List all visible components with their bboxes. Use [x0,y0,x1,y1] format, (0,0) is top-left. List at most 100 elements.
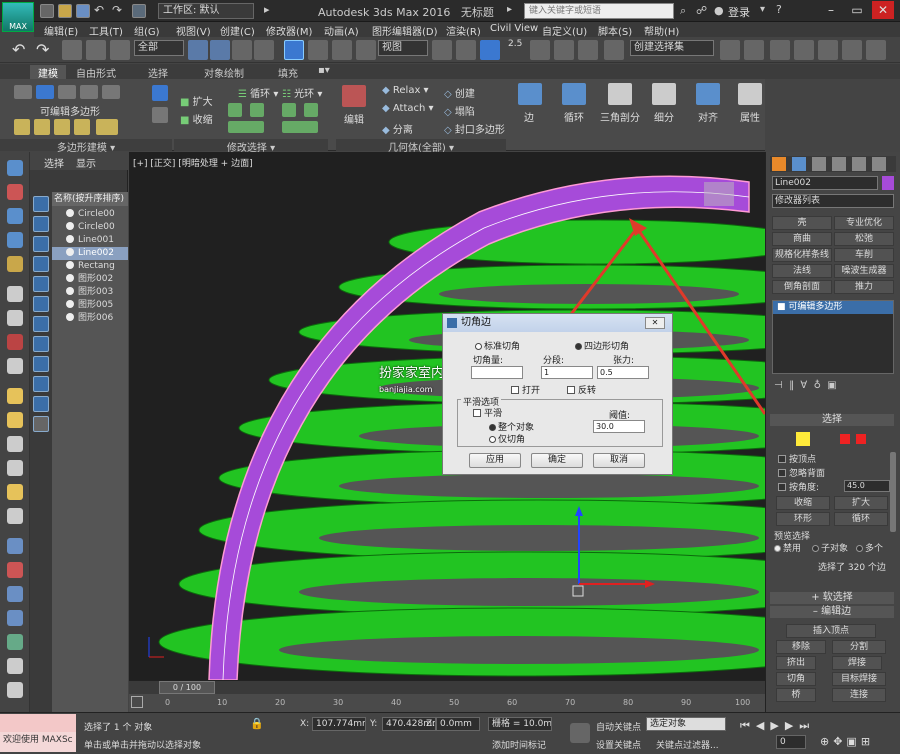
helper-icon[interactable] [7,358,23,374]
toggle-icon[interactable] [74,119,90,135]
menu-views[interactable]: 视图(V) [176,23,211,38]
tab-modeling[interactable]: 建模 [30,65,66,80]
threshold-input[interactable]: 30.0 [593,420,645,433]
modifier-button[interactable]: 商曲 [772,232,832,246]
curve-editor-icon[interactable] [818,40,838,60]
new-icon[interactable] [40,4,54,18]
close-button[interactable]: ✕ [872,1,894,19]
track-bar-icon[interactable] [131,696,143,708]
z-coordinate-field[interactable]: 0.0mm [436,717,480,731]
rollout-selection[interactable]: 选择 [770,414,894,426]
undo-icon[interactable]: ↶ [12,40,25,59]
cap-poly-button[interactable]: ◇ 封口多边形 [444,121,505,136]
user-icon[interactable]: ● [714,4,724,17]
dialog-close-button[interactable]: ✕ [645,317,665,329]
list-item[interactable]: Circle00 [52,221,128,234]
motion-panel-icon[interactable] [832,157,846,171]
ring-mode-icon[interactable] [282,121,318,133]
scene-list-header[interactable]: 名称(按升序排序) [52,192,128,206]
tab-selection[interactable]: 选择 [148,65,168,80]
align-icon[interactable] [696,83,720,105]
angle-input[interactable]: 45.0 [844,480,890,492]
modifier-button[interactable]: 噪波生成器 [834,264,894,278]
split-button[interactable]: 分割 [832,640,886,654]
plus-icon[interactable] [228,103,242,117]
bridge-button[interactable]: 桥 [776,688,816,702]
key-mode-dropdown[interactable]: 选定对象 [646,717,726,731]
edge-icon[interactable] [36,85,54,99]
schematic-icon[interactable] [842,40,862,60]
angle-snap-icon[interactable] [530,40,550,60]
properties-icon[interactable] [738,83,762,105]
select-manipulate-icon[interactable] [456,40,476,60]
time-slider[interactable]: 0 / 100 [129,680,765,694]
group-modify-selection[interactable]: 修改选择 ▾ [174,139,328,154]
maximize-button[interactable]: ▭ [846,1,868,19]
unlink-icon[interactable] [86,40,106,60]
object-name-field[interactable]: Line002 [772,176,878,190]
use-stack-icon[interactable] [14,119,30,135]
menu-graph-editors[interactable]: 图形编辑器(D) [372,23,438,38]
track-bar[interactable]: 0 10 20 30 40 50 60 70 80 90 100 [129,694,765,712]
open-checkbox[interactable]: 打开 [511,383,540,396]
create-button[interactable]: ◇ 创建 [444,85,475,100]
collapse-icon[interactable]: ▸ [507,4,512,15]
scene-tab-display[interactable]: 显示 [76,155,96,170]
edit-icon[interactable] [342,85,366,107]
stack-item[interactable]: ■ 可编辑多边形 [773,301,893,314]
panel-scrollbar[interactable] [890,452,896,532]
cone-icon[interactable] [7,460,23,476]
tab-freeform[interactable]: 自由形式 [76,65,116,80]
list-item[interactable]: 图形003 [52,286,128,299]
snap-toggle[interactable]: 2.5 [508,39,522,49]
community-icon[interactable]: ☍ [696,4,707,17]
modifier-button[interactable]: 专业优化 [834,216,894,230]
workspace-dropdown[interactable]: 工作区: 默认 [158,3,254,19]
pivot-icon[interactable] [432,40,452,60]
shrink-button[interactable]: ■ 收缩 [180,111,213,126]
collapse-stack-icon[interactable] [96,119,118,135]
preview-disable-radio[interactable]: 禁用 [774,541,801,554]
modify-panel-icon[interactable] [792,157,806,171]
time-slider-thumb[interactable]: 0 / 100 [159,681,215,694]
dynamics-icon[interactable] [7,562,23,578]
target-weld-button[interactable]: 目标焊接 [832,672,886,686]
window-crossing-icon[interactable] [254,40,274,60]
ref-coord-dropdown[interactable]: 视图 [378,40,428,56]
light-icon[interactable] [7,256,23,272]
auto-key-button[interactable]: 自动关键点 [596,720,641,733]
select-object-icon[interactable] [188,40,208,60]
show-end-icon[interactable] [34,119,50,135]
geometry-filter-icon[interactable] [33,196,49,212]
pyramid-icon[interactable] [7,586,23,602]
layer-icon[interactable] [770,40,790,60]
undo-icon[interactable]: ↶ [94,3,104,17]
vertex-icon[interactable] [14,85,32,99]
ignore-back-checkbox[interactable]: 忽略背面 [778,466,825,479]
menu-help[interactable]: 帮助(H) [644,23,679,38]
tab-populate[interactable]: 填充 [278,65,298,80]
filter-icon[interactable] [7,508,23,524]
modifier-button[interactable]: 推力 [834,280,894,294]
smooth-checkbox[interactable]: 平滑 [473,406,502,419]
border-icon[interactable] [58,85,76,99]
move-icon[interactable] [284,40,304,60]
named-selection-dropdown[interactable]: 创建选择集 [630,40,714,56]
save-icon[interactable] [76,4,90,18]
helper-filter-icon[interactable] [33,276,49,292]
list-item[interactable]: 图形002 [52,273,128,286]
list-item[interactable]: Line002 [52,247,128,260]
select-by-name-icon[interactable] [210,40,230,60]
login-link[interactable]: 登录 [728,4,750,20]
hierarchy-panel-icon[interactable] [812,157,826,171]
move-tool-icon[interactable] [7,310,23,326]
loop-tools-button[interactable]: 循环 [564,109,584,124]
mirror-icon[interactable] [720,40,740,60]
modifier-button[interactable]: 法线 [772,264,832,278]
insert-vertex-button[interactable]: 插入顶点 [786,624,876,638]
open-icon[interactable] [58,4,72,18]
list-item[interactable]: Rectang [52,260,128,273]
weld-button[interactable]: 焊接 [832,656,882,670]
invert-checkbox[interactable]: 反转 [567,383,596,396]
help-icon[interactable]: ? [776,3,782,16]
